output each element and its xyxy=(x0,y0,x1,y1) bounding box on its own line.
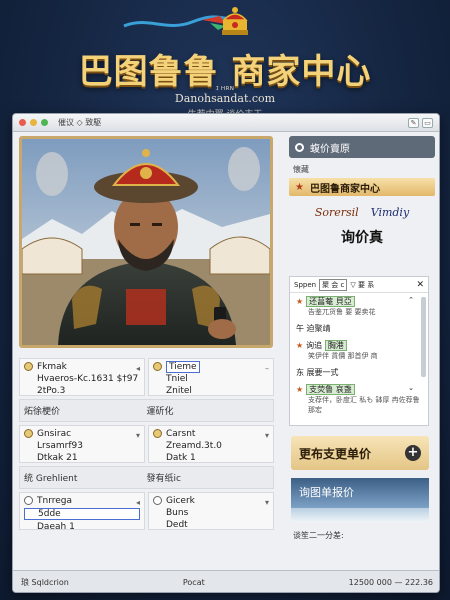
status-left: 琅 Sqldcrion xyxy=(21,578,69,587)
star-icon: ★ xyxy=(295,181,304,193)
coin-icon xyxy=(24,362,33,371)
property-item[interactable]: Gnsirac ▾ Lrsamrf93 Dtkak 21 xyxy=(19,425,145,463)
restore-icon[interactable]: ▭ xyxy=(422,117,433,128)
chevron-down-icon[interactable]: ⌄ xyxy=(408,384,414,392)
chevron-down-icon[interactable]: ▾ xyxy=(265,498,269,507)
coin-icon xyxy=(153,362,162,371)
inquiry-sidebar: 蝮价賣原 懐藏 ★ 巴图鲁商家中心 Sorersil Vimdiy 询价真 Sp… xyxy=(289,136,435,566)
dash-icon[interactable]: – xyxy=(265,364,269,373)
property-edit-field[interactable]: 5dde xyxy=(24,508,140,520)
search-icon xyxy=(295,142,304,152)
merchant-portrait xyxy=(19,136,273,348)
list-item[interactable]: 东 展要一式 xyxy=(290,364,428,381)
status-mid: Pocat xyxy=(182,578,205,587)
ribbon-decoration xyxy=(123,15,231,30)
edit-icon[interactable]: ✎ xyxy=(408,117,419,128)
sidebar-label: 懐藏 xyxy=(293,165,309,174)
property-item[interactable]: Tieme – Tniel Znitel xyxy=(148,358,274,396)
window-titlebar: 催议 ◇ 致駆 ✎ ▭ xyxy=(13,114,439,132)
coin-icon xyxy=(153,429,162,438)
chevron-up-icon[interactable]: ⌃ xyxy=(408,296,414,304)
list-item[interactable]: 午 迫聚靖 xyxy=(290,320,428,337)
site-url[interactable]: ɪ ʜʀɴ Danohsandat.com xyxy=(0,84,450,105)
property-edit-field[interactable]: Tieme xyxy=(166,361,200,373)
property-item[interactable]: Gicerk ▾ Buns Dedt xyxy=(148,492,274,530)
inquiry-panel: Sppen 聚 会 c ▽ 要 系 ✕ ★ 还菖菴 貝亞 ⌃ 告鉴兀货鲁 要 要卖… xyxy=(289,276,429,426)
property-item[interactable]: Tnrrega ◂ 5dde Daeah 1 xyxy=(19,492,145,532)
list-item[interactable]: ★ 支荧鲁 哀盏 ⌄ 支荐伴，卧度汇 私も 缽厚 冉佐荐鲁 那宏 xyxy=(290,381,428,418)
portrait-illustration xyxy=(22,139,270,345)
update-price-button[interactable]: 更布支更单价 + xyxy=(291,436,429,470)
inquiry-title: 询价真 xyxy=(341,230,383,246)
panel-scrollbar[interactable] xyxy=(421,297,426,377)
property-item[interactable]: Fkmak ◂ Hvaeros-Kc.1631 $†97 2tPo.3 xyxy=(19,358,145,396)
sidebar-footer: 谈笙二一分差: xyxy=(293,531,344,540)
radio-icon xyxy=(24,496,33,505)
list-item[interactable]: ★ 还菖菴 貝亞 ⌃ 告鉴兀货鲁 要 要卖花 xyxy=(290,293,428,320)
app-window: 催议 ◇ 致駆 ✎ ▭ Fkmak ◂ Hvaeros-Kc.1631 $†97… xyxy=(12,113,440,593)
chevron-down-icon[interactable]: ▾ xyxy=(265,431,269,440)
star-icon: ★ xyxy=(296,385,304,394)
status-right: 12500 000 — 222.36 xyxy=(348,578,433,587)
minimize-window-button[interactable] xyxy=(30,119,37,126)
section-header[interactable]: 统 Grehlient 發有纸ic xyxy=(19,466,274,489)
partner-logo: Sorersil xyxy=(314,206,359,219)
panel-header: Sppen 聚 会 c ▽ 要 系 ✕ xyxy=(290,277,428,293)
status-bar: 琅 Sqldcrion Pocat 12500 000 — 222.36 xyxy=(13,570,439,592)
close-window-button[interactable] xyxy=(19,119,26,126)
mountain-image xyxy=(291,508,429,522)
chevron-left-icon[interactable]: ◂ xyxy=(136,498,140,507)
radio-icon xyxy=(153,496,162,505)
chevron-down-icon[interactable]: ▾ xyxy=(136,431,140,440)
partner-logos: Sorersil Vimdiy xyxy=(289,206,435,219)
main-column: Fkmak ◂ Hvaeros-Kc.1631 $†97 2tPo.3 Tiem… xyxy=(19,136,277,586)
app-banner: 巴图鲁鲁 商家中心 ɪ ʜʀɴ Danohsandat.com 牛荐中翼 谈价支… xyxy=(0,0,450,120)
property-item[interactable]: Carsnt ▾ Zreamd.3t.0 Datk 1 xyxy=(148,425,274,463)
maximize-window-button[interactable] xyxy=(41,119,48,126)
close-icon[interactable]: ✕ xyxy=(416,280,424,290)
list-item[interactable]: ★ 询追 胸港 笑伊伴 貨價 那首伊 商 xyxy=(290,337,428,364)
window-title: 催议 ◇ 致駆 xyxy=(58,118,102,127)
partner-logo: Vimdiy xyxy=(370,206,410,219)
quote-card[interactable]: 询图单报价 xyxy=(291,478,429,508)
filter-tag[interactable]: 聚 会 c xyxy=(319,278,348,291)
chevron-left-icon[interactable]: ◂ xyxy=(136,364,140,373)
star-icon: ★ xyxy=(296,341,304,350)
site-url-kicker: ɪ ʜʀɴ xyxy=(215,84,235,92)
plus-icon: + xyxy=(405,445,421,461)
status-badge: 胸港 xyxy=(324,340,347,351)
brand-pill[interactable]: ★ 巴图鲁商家中心 xyxy=(289,178,435,196)
star-icon: ★ xyxy=(296,297,304,306)
properties-grid: Fkmak ◂ Hvaeros-Kc.1631 $†97 2tPo.3 Tiem… xyxy=(19,358,277,533)
section-header[interactable]: 炻徐梗价 運斫化 xyxy=(19,399,274,422)
coin-icon xyxy=(24,429,33,438)
site-url-text: Danohsandat.com xyxy=(174,92,276,105)
search-bar[interactable]: 蝮价賣原 xyxy=(289,136,435,158)
crown-icon xyxy=(222,7,248,35)
